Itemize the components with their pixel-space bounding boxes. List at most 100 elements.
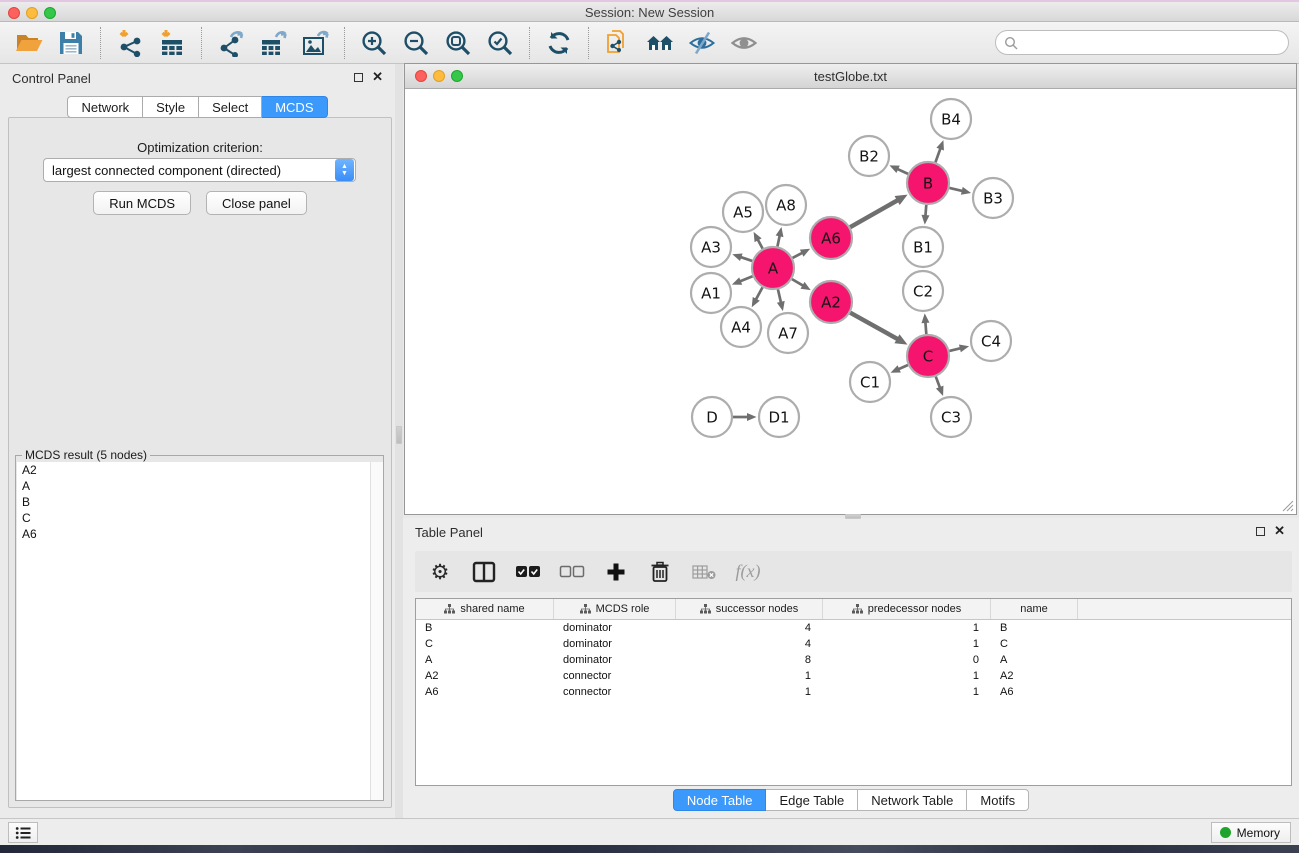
- network-node-B3[interactable]: B3: [973, 178, 1013, 218]
- network-edge-A6-B[interactable]: [850, 195, 907, 228]
- float-panel-icon[interactable]: [354, 73, 363, 82]
- table-cell[interactable]: C: [416, 636, 554, 652]
- zoom-in-button[interactable]: [357, 26, 391, 60]
- table-row[interactable]: A2connector11A2: [416, 668, 1291, 684]
- tab-network[interactable]: Network: [67, 96, 143, 118]
- table-cell[interactable]: A: [416, 652, 554, 668]
- network-node-A4[interactable]: A4: [721, 307, 761, 347]
- table-cell[interactable]: 1: [823, 620, 991, 636]
- delete-table-button[interactable]: [689, 557, 719, 587]
- table-cell[interactable]: 1: [676, 684, 823, 700]
- column-header-shared-name[interactable]: shared name: [416, 599, 554, 619]
- network-node-A7[interactable]: A7: [768, 313, 808, 353]
- home-button[interactable]: [643, 26, 677, 60]
- network-edge-B-B1[interactable]: [922, 205, 930, 225]
- network-node-A3[interactable]: A3: [691, 227, 731, 267]
- refresh-button[interactable]: [542, 26, 576, 60]
- table-cell[interactable]: dominator: [554, 652, 676, 668]
- run-mcds-button[interactable]: Run MCDS: [93, 191, 191, 215]
- table-cell[interactable]: 8: [676, 652, 823, 668]
- save-session-button[interactable]: [54, 26, 88, 60]
- result-scrollbar[interactable]: [370, 462, 383, 800]
- zoom-selected-button[interactable]: [483, 26, 517, 60]
- select-all-button[interactable]: [513, 557, 543, 587]
- network-edge-A-A5[interactable]: [754, 232, 763, 249]
- network-node-C3[interactable]: C3: [931, 397, 971, 437]
- mcds-result-item[interactable]: B: [17, 494, 383, 510]
- add-column-button[interactable]: [601, 557, 631, 587]
- vertical-splitter[interactable]: [395, 64, 403, 818]
- network-node-B[interactable]: B: [907, 162, 949, 204]
- table-cell[interactable]: 4: [676, 620, 823, 636]
- network-node-C4[interactable]: C4: [971, 321, 1011, 361]
- table-cell[interactable]: 1: [823, 636, 991, 652]
- network-edge-C-C4[interactable]: [949, 345, 969, 353]
- network-node-C2[interactable]: C2: [903, 271, 943, 311]
- column-header-predecessor-nodes[interactable]: predecessor nodes: [823, 599, 991, 619]
- table-cell[interactable]: 1: [823, 684, 991, 700]
- mcds-result-item[interactable]: A2: [17, 462, 383, 478]
- export-network-button[interactable]: [214, 26, 248, 60]
- table-cell[interactable]: 4: [676, 636, 823, 652]
- network-node-C1[interactable]: C1: [850, 362, 890, 402]
- table-cell[interactable]: A2: [416, 668, 554, 684]
- deselect-all-button[interactable]: [557, 557, 587, 587]
- column-header-name[interactable]: name: [991, 599, 1078, 619]
- network-node-C[interactable]: C: [907, 335, 949, 377]
- show-all-button[interactable]: [727, 26, 761, 60]
- network-node-D1[interactable]: D1: [759, 397, 799, 437]
- search-field[interactable]: [995, 30, 1289, 55]
- import-network-button[interactable]: [113, 26, 147, 60]
- network-node-A2[interactable]: A2: [810, 281, 852, 323]
- mcds-result-item[interactable]: C: [17, 510, 383, 526]
- tab-network-table[interactable]: Network Table: [858, 789, 967, 811]
- network-edge-B-B4[interactable]: [935, 140, 944, 162]
- close-panel-icon[interactable]: ✕: [372, 69, 383, 85]
- table-row[interactable]: Adominator80A: [416, 652, 1291, 668]
- network-node-A6[interactable]: A6: [810, 217, 852, 259]
- function-builder-button[interactable]: f(x): [733, 557, 763, 587]
- network-node-B1[interactable]: B1: [903, 227, 943, 267]
- table-row[interactable]: A6connector11A6: [416, 684, 1291, 700]
- network-edge-A-A1[interactable]: [732, 276, 753, 285]
- table-cell[interactable]: 1: [676, 668, 823, 684]
- table-row[interactable]: Bdominator41B: [416, 620, 1291, 636]
- zoom-out-button[interactable]: [399, 26, 433, 60]
- vertical-splitter-grip[interactable]: [396, 426, 402, 444]
- network-edge-A-A3[interactable]: [732, 253, 752, 261]
- network-node-B2[interactable]: B2: [849, 136, 889, 176]
- split-columns-button[interactable]: [469, 557, 499, 587]
- close-panel-button[interactable]: Close panel: [206, 191, 307, 215]
- column-header-MCDS-role[interactable]: MCDS role: [554, 599, 676, 619]
- tab-mcds[interactable]: MCDS: [262, 96, 327, 118]
- table-cell[interactable]: A6: [991, 684, 1078, 700]
- network-node-A1[interactable]: A1: [691, 273, 731, 313]
- window-resize-grip[interactable]: [1281, 499, 1294, 512]
- tab-edge-table[interactable]: Edge Table: [766, 789, 858, 811]
- table-cell[interactable]: dominator: [554, 636, 676, 652]
- network-node-A5[interactable]: A5: [723, 192, 763, 232]
- network-edge-A2-C[interactable]: [850, 313, 907, 345]
- table-cell[interactable]: A2: [991, 668, 1078, 684]
- network-node-B4[interactable]: B4: [931, 99, 971, 139]
- table-float-panel-icon[interactable]: [1256, 527, 1265, 536]
- table-cell[interactable]: 1: [823, 668, 991, 684]
- mcds-result-item[interactable]: A: [17, 478, 383, 494]
- task-history-button[interactable]: [8, 822, 38, 843]
- network-edge-A-A7[interactable]: [777, 289, 785, 311]
- network-canvas[interactable]: A5A8A3A6AA1A4A7A2B2B4BB3B1C2C4CC1C3DD1: [405, 89, 1296, 514]
- network-edge-B-B3[interactable]: [949, 187, 971, 195]
- table-cell[interactable]: 0: [823, 652, 991, 668]
- column-header-successor-nodes[interactable]: successor nodes: [676, 599, 823, 619]
- network-edge-A-A6[interactable]: [793, 249, 811, 258]
- network-edge-A-A4[interactable]: [752, 287, 763, 307]
- hide-selected-button[interactable]: [685, 26, 719, 60]
- network-edge-C-C2[interactable]: [921, 313, 929, 334]
- tab-style[interactable]: Style: [143, 96, 199, 118]
- criterion-dropdown[interactable]: largest connected component (directed) ▲…: [43, 158, 356, 182]
- search-input[interactable]: [1023, 35, 1288, 50]
- table-cell[interactable]: C: [991, 636, 1078, 652]
- network-node-A8[interactable]: A8: [766, 185, 806, 225]
- export-image-button[interactable]: [298, 26, 332, 60]
- table-close-panel-icon[interactable]: ✕: [1274, 523, 1285, 539]
